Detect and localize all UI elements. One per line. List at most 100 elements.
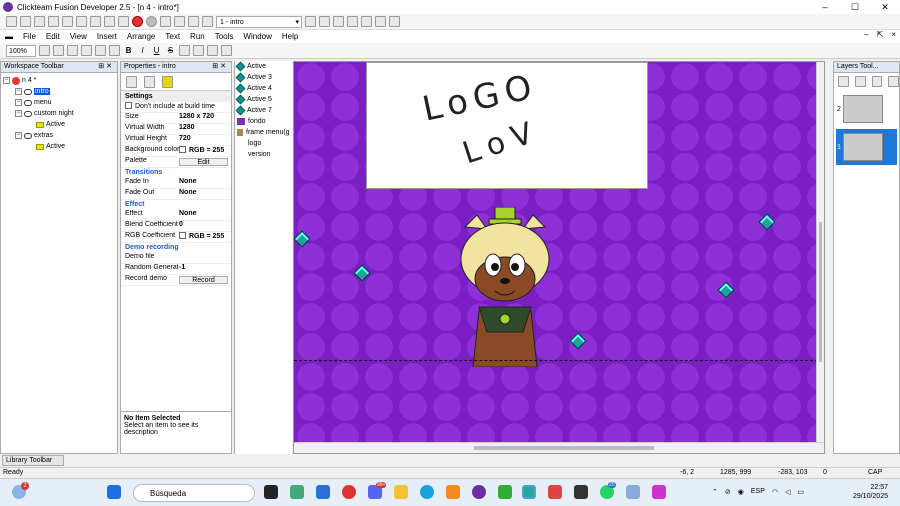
layer-down-icon[interactable] [888,75,899,87]
prop-tab-about-icon[interactable] [162,75,173,88]
clock[interactable]: 22:57 29/10/2025 [853,483,888,501]
undo-icon[interactable] [90,16,101,27]
property-row[interactable]: Background color RGB = 255 [121,146,231,157]
bold-button[interactable]: B [123,46,134,55]
language-indicator[interactable]: ESP [751,488,765,496]
active-gem[interactable] [717,281,735,299]
tray-app-icon[interactable]: ◉ [738,488,744,496]
object-list-item[interactable]: Active 3 [235,72,292,83]
menu-tools[interactable]: Tools [210,32,239,41]
hand-icon[interactable] [39,45,50,56]
tree-node[interactable]: Active [3,141,115,152]
object-list-item[interactable]: Active 4 [235,83,292,94]
maximize-button[interactable]: ☐ [840,0,870,14]
property-value[interactable]: RGB = 255 [179,232,231,242]
event-list-icon[interactable] [202,16,213,27]
build-icon[interactable] [389,16,400,27]
zoom-tool-icon[interactable] [333,16,344,27]
grid-toggle-icon[interactable] [67,45,78,56]
checkbox[interactable] [125,102,132,109]
tree-node[interactable]: − menu [3,97,115,108]
edit-icon[interactable] [53,45,64,56]
expand-icon[interactable]: − [15,132,22,139]
menu-run[interactable]: Run [185,32,210,41]
object-list-item[interactable]: Active 7 [235,105,292,116]
menu-window[interactable]: Window [238,32,276,41]
property-row[interactable]: Fade Out None [121,189,231,200]
align-left-icon[interactable] [179,45,190,56]
add-layer-icon[interactable] [838,75,849,87]
prop-tab-runtime-icon[interactable] [144,75,155,88]
open-folder-icon[interactable] [20,16,31,27]
property-value[interactable]: -1 [179,264,231,274]
property-value[interactable]: None [179,178,231,188]
object-list-item[interactable]: fondo [235,116,292,127]
prev-frame-icon[interactable] [305,16,316,27]
taskbar-app-icon[interactable] [290,485,304,499]
object-list-item[interactable]: version [235,149,292,160]
copy-icon[interactable] [62,16,73,27]
active-gem[interactable] [569,332,587,350]
tree-node[interactable]: − extras [3,130,115,141]
property-row[interactable]: Don't include at build time [121,102,231,113]
preferences-icon[interactable] [375,16,386,27]
layer-item[interactable]: 2 [836,91,897,127]
property-row[interactable]: Size 1280 x 720 [121,113,231,124]
close-button[interactable]: ✕ [870,0,900,14]
storyboard-icon[interactable] [160,16,171,27]
property-row[interactable]: RGB Coefficient RGB = 255 [121,232,231,243]
vertical-scrollbar[interactable] [816,62,824,443]
strike-button[interactable]: S [165,46,176,55]
grid-icon[interactable] [347,16,358,27]
redo-icon[interactable] [104,16,115,27]
library-toolbar-tab[interactable]: Library Toolbar [2,455,64,466]
run-icon[interactable] [132,16,143,27]
expand-icon[interactable]: − [15,99,22,106]
paste-icon[interactable] [76,16,87,27]
tray-network-off-icon[interactable]: ⊘ [725,488,731,496]
menu-file[interactable]: File [18,32,41,41]
frame-select[interactable]: 1 - intro [216,15,302,28]
property-category[interactable]: Transitions [121,168,231,178]
delete-layer-icon[interactable] [854,75,866,87]
wifi-icon[interactable]: ◠ [772,488,778,496]
property-row[interactable]: Virtual Height 720 [121,135,231,146]
mdi-restore-button[interactable]: ⇱ [877,30,884,39]
menu-app-icon[interactable]: ▬ [0,32,18,41]
minimize-button[interactable]: – [810,0,840,14]
menu-insert[interactable]: Insert [92,32,122,41]
panel-pin-icon[interactable]: ⊞✕ [98,62,117,72]
opera-icon[interactable] [342,485,356,499]
edge-icon[interactable] [420,485,434,499]
align-right-icon[interactable] [207,45,218,56]
taskbar-app-icon[interactable] [472,485,486,499]
expand-icon[interactable] [27,121,34,128]
zoom-select[interactable]: 100% [6,44,36,57]
tree-node[interactable]: − custom night [3,108,115,119]
taskbar-app-icon[interactable] [652,485,666,499]
tree-node[interactable]: − intro [3,86,115,97]
active-gem[interactable] [758,213,776,231]
mdi-minimize-button[interactable]: – [864,30,868,39]
property-value[interactable] [179,253,231,263]
property-row[interactable]: Demo file [121,253,231,264]
taskbar-app-icon[interactable] [316,485,330,499]
property-button[interactable]: Record [179,276,228,284]
object-list-item[interactable]: Active 5 [235,94,292,105]
snap-icon[interactable] [81,45,92,56]
underline-button[interactable]: U [151,46,162,55]
menu-edit[interactable]: Edit [41,32,65,41]
property-button[interactable]: Edit [179,158,228,166]
property-value[interactable]: 1280 [179,124,231,134]
start-icon[interactable] [107,485,121,499]
layer-up-icon[interactable] [871,75,883,87]
new-icon[interactable] [6,16,17,27]
property-value[interactable]: None [179,210,231,220]
task-view-icon[interactable] [264,485,278,499]
expand-icon[interactable]: − [15,88,22,95]
italic-button[interactable]: I [137,46,148,55]
frame-editor-icon[interactable] [174,16,185,27]
property-value[interactable]: 720 [179,135,231,145]
frame-editor[interactable]: LoGO LoV [293,61,825,454]
menu-help[interactable]: Help [277,32,303,41]
